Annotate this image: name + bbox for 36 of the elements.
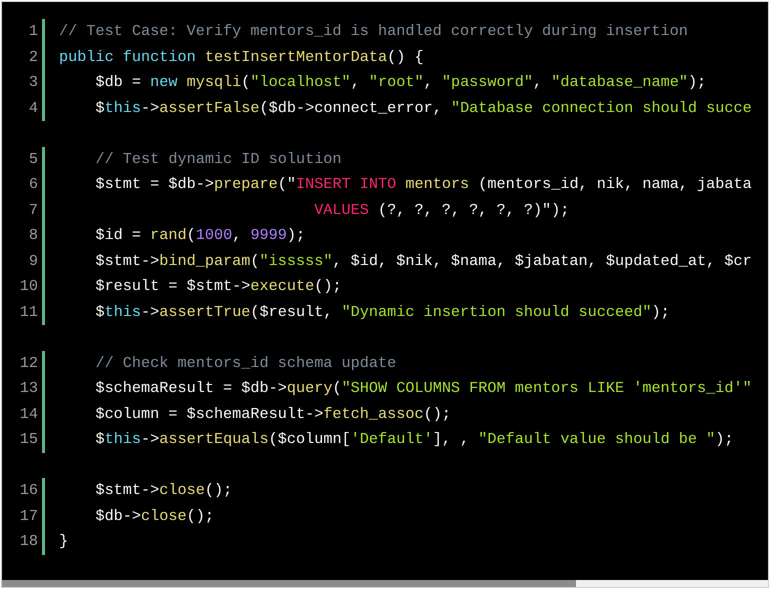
code-line: VALUES (?, ?, ?, ?, ?, ?)"); — [313, 200, 570, 220]
line-number: 4 — [28, 98, 39, 118]
line-number: 7 — [28, 200, 39, 220]
line-number: 13 — [18, 378, 39, 399]
code-line: $this->assertFalse($db->connect_error, "Database connection should succe — [94, 98, 752, 118]
line-number: 5 — [28, 148, 39, 170]
code-line: $schemaResult = $db->query("SHOW COLUMNS FROM mentors LIKE 'mentors_id'" — [94, 378, 752, 399]
line-number: 12 — [18, 352, 39, 374]
line-number: 8 — [28, 225, 39, 246]
code-line: $result = $stmt->execute(); — [94, 276, 343, 297]
code-line: $this->assertEquals($column['Default'], , "Default value should be "); — [94, 429, 734, 450]
code-line: $stmt->bind_param("isssss", $id, $nik, $nama, $jabatan, $updated_at, $cr — [94, 250, 752, 272]
line-number: 15 — [18, 429, 39, 450]
code-line: public function testInsertMentorData() { — [59, 46, 425, 68]
line-number: 9 — [28, 250, 39, 272]
line-number: 1 — [28, 21, 39, 42]
line-number: 3 — [28, 72, 39, 93]
code-line: $id = rand(1000, 9999); — [94, 225, 306, 246]
code-line: $db = new mysqli("localhost", "root", "password", "database_name"); — [94, 72, 708, 93]
code-line: // Test dynamic ID solution — [94, 148, 343, 170]
line-number: 10 — [18, 276, 39, 297]
code-line: } — [59, 531, 70, 552]
line-number: 2 — [28, 46, 39, 68]
line-number: 16 — [18, 480, 39, 501]
line-number: 6 — [28, 174, 39, 195]
code-line: $db->close(); — [94, 506, 215, 526]
code-line: $this->assertTrue($result, "Dynamic insertion should succeed"); — [94, 302, 671, 322]
line-number: 17 — [18, 506, 39, 526]
code-line: // Check mentors_id schema update — [94, 352, 398, 374]
line-number: 14 — [18, 404, 39, 424]
code-line: // Test Case: Verify mentors_id is handled correctly during insertion — [59, 21, 689, 42]
code-line: $stmt = $db->prepare("INSERT INTO mentors (mentors_id, nik, nama, jabata — [94, 174, 752, 195]
code-line: $stmt->close(); — [94, 480, 232, 501]
line-number: 18 — [18, 531, 39, 552]
line-number: 11 — [18, 302, 39, 322]
code-line: $column = $schemaResult->fetch_assoc(); — [94, 404, 452, 424]
